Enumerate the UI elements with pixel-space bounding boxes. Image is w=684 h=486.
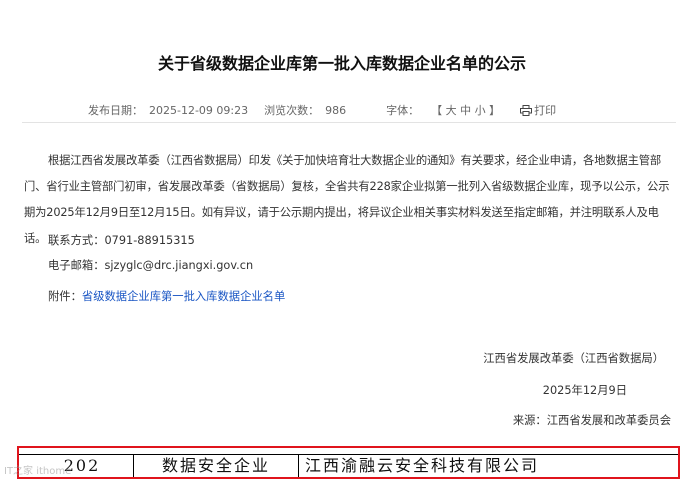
views-label: 浏览次数： bbox=[264, 104, 320, 117]
font-large-button[interactable]: 大 bbox=[446, 104, 457, 117]
article-source: 来源：江西省发展和改革委员会 bbox=[512, 414, 671, 427]
attachment-label: 附件： bbox=[48, 290, 82, 303]
page-title: 关于省级数据企业库第一批入库数据企业名单的公示 bbox=[157, 54, 526, 73]
header-divider bbox=[22, 122, 676, 123]
article-meta: 发布日期： 2025-12-09 09:23 浏览次数： 986 字体： 【 大… bbox=[88, 102, 556, 118]
views-count: 986 bbox=[325, 103, 347, 117]
print-label: 打印 bbox=[534, 104, 557, 117]
font-size-selector: 【 大 中 小 】 bbox=[431, 102, 500, 118]
highlighted-table-row: 202 数据安全企业 江西渝融云安全科技有限公司 bbox=[17, 446, 680, 479]
font-small-button[interactable]: 小 bbox=[475, 104, 486, 117]
font-size-label: 字体： bbox=[386, 104, 420, 117]
publish-date-value: 2025-12-09 09:23 bbox=[149, 103, 249, 117]
printer-icon bbox=[520, 104, 533, 116]
signature-org: 江西省发展改革委（江西省数据局） bbox=[483, 352, 664, 365]
font-bracket-close: 】 bbox=[489, 104, 501, 117]
attachment: 附件：省级数据企业库第一批入库数据企业名单 bbox=[48, 288, 285, 304]
signature-date: 2025年12月9日 bbox=[542, 384, 627, 397]
category-cell: 数据安全企业 bbox=[133, 455, 299, 477]
company-name-cell: 江西渝融云安全科技有限公司 bbox=[305, 456, 540, 475]
attachment-link[interactable]: 省级数据企业库第一批入库数据企业名单 bbox=[82, 290, 285, 303]
contact-phone: 联系方式：0791-88915315 bbox=[48, 234, 195, 247]
watermark: IT之家 ithome bbox=[4, 466, 72, 477]
font-medium-button[interactable]: 中 bbox=[460, 104, 471, 117]
publish-date-label: 发布日期： bbox=[88, 104, 143, 117]
contact-email: 电子邮箱：sjzyglc@drc.jiangxi.gov.cn bbox=[48, 259, 254, 272]
print-button[interactable]: 打印 bbox=[520, 102, 556, 118]
font-bracket-open: 【 bbox=[431, 104, 443, 117]
